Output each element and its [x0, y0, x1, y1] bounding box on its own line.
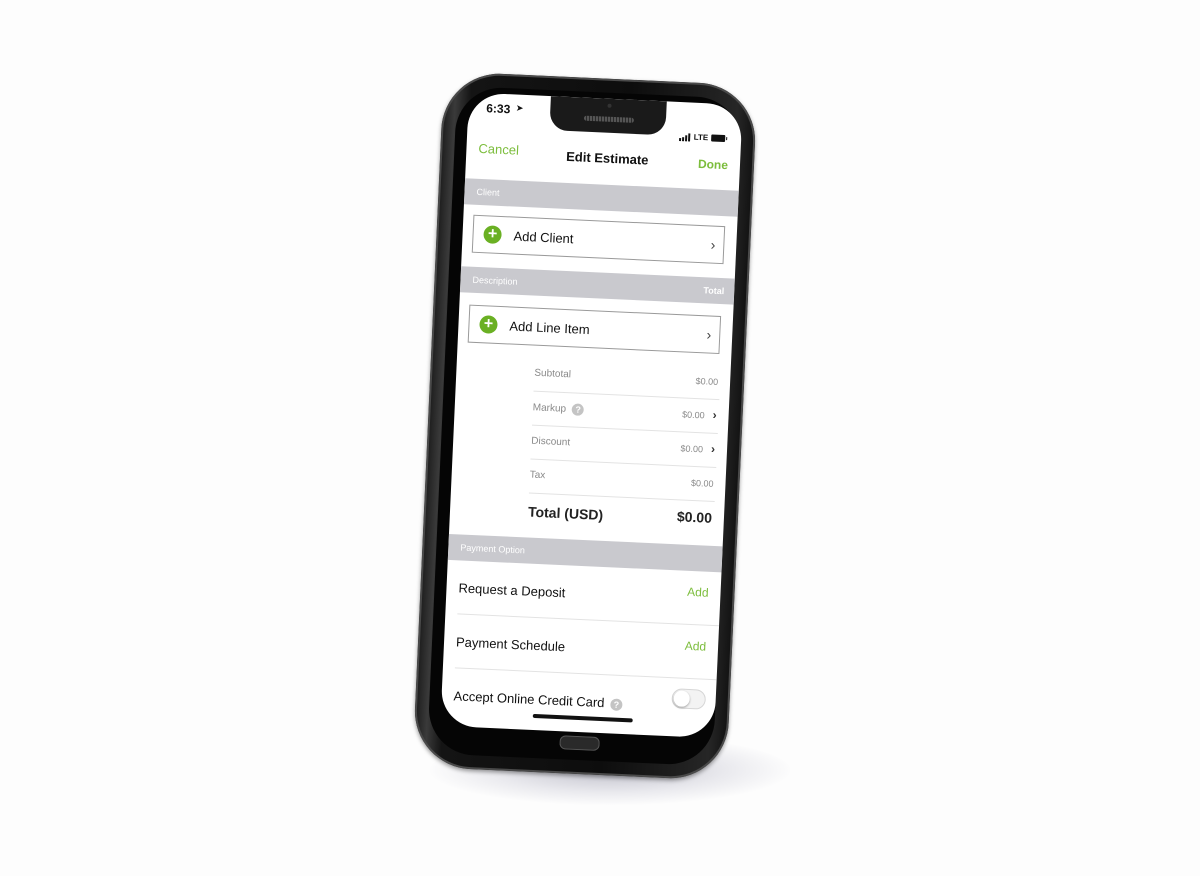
subtotal-value: $0.00	[695, 375, 719, 387]
payment-header-label: Payment Option	[460, 542, 526, 556]
chevron-right-icon: ›	[710, 236, 716, 253]
credit-card-label: Accept Online Credit Card	[453, 688, 605, 711]
credit-card-label-wrap: Accept Online Credit Card?	[453, 688, 623, 711]
tax-row: Tax $0.00	[528, 459, 717, 502]
request-deposit-label: Request a Deposit	[458, 580, 566, 601]
chevron-right-icon: ›	[712, 407, 717, 422]
screen: 6:33 ➤ LTE Cancel Edit Estimate Done Cli…	[440, 92, 743, 739]
discount-value: $0.00	[680, 443, 704, 455]
chevron-right-icon: ›	[706, 326, 712, 343]
total-header-label: Total	[703, 285, 725, 297]
add-client-row[interactable]: + Add Client ›	[471, 214, 726, 265]
help-icon[interactable]: ?	[610, 698, 623, 711]
status-right: LTE	[679, 132, 726, 143]
line-items-section-header: Description Total	[459, 266, 735, 305]
camera-icon	[607, 103, 612, 108]
tax-value: $0.00	[690, 477, 714, 489]
plus-circle-icon: +	[479, 315, 498, 334]
credit-card-toggle[interactable]	[671, 688, 707, 710]
plus-circle-icon: +	[483, 225, 502, 245]
credit-card-row: Accept Online Credit Card?	[452, 668, 716, 734]
speaker-icon	[583, 115, 635, 123]
signal-bars-icon	[679, 132, 691, 141]
description-header-label: Description	[472, 274, 518, 287]
toggle-knob	[673, 690, 691, 708]
payment-schedule-label: Payment Schedule	[455, 634, 566, 655]
total-row: Total (USD) $0.00	[527, 496, 714, 534]
client-header-label: Client	[476, 186, 500, 198]
discount-label: Discount	[531, 435, 571, 449]
status-time: 6:33	[485, 101, 511, 117]
page-title: Edit Estimate	[565, 148, 649, 168]
phone: 6:33 ➤ LTE Cancel Edit Estimate Done Cli…	[412, 71, 758, 781]
total-label: Total (USD)	[527, 503, 604, 523]
markup-label-wrap: Markup?	[533, 402, 585, 416]
add-line-item-label: Add Line Item	[509, 318, 590, 338]
add-line-item-row[interactable]: + Add Line Item ›	[467, 304, 722, 355]
network-label: LTE	[693, 132, 709, 143]
done-button[interactable]: Done	[698, 157, 729, 172]
chevron-right-icon: ›	[710, 441, 716, 456]
markup-value: $0.00	[681, 409, 705, 421]
subtotal-label: Subtotal	[534, 367, 572, 381]
markup-label: Markup	[532, 402, 567, 415]
notch	[549, 96, 667, 136]
add-schedule-button[interactable]: Add	[684, 639, 706, 654]
lightning-port	[559, 735, 600, 751]
location-arrow-icon: ➤	[516, 103, 524, 113]
total-value: $0.00	[676, 508, 713, 526]
tax-label: Tax	[529, 469, 546, 482]
help-icon[interactable]: ?	[571, 403, 585, 416]
add-client-label: Add Client	[513, 228, 574, 247]
add-deposit-button[interactable]: Add	[687, 585, 709, 600]
stage: 6:33 ➤ LTE Cancel Edit Estimate Done Cli…	[0, 0, 1200, 876]
battery-icon	[711, 134, 726, 143]
cancel-button[interactable]: Cancel	[478, 141, 519, 158]
